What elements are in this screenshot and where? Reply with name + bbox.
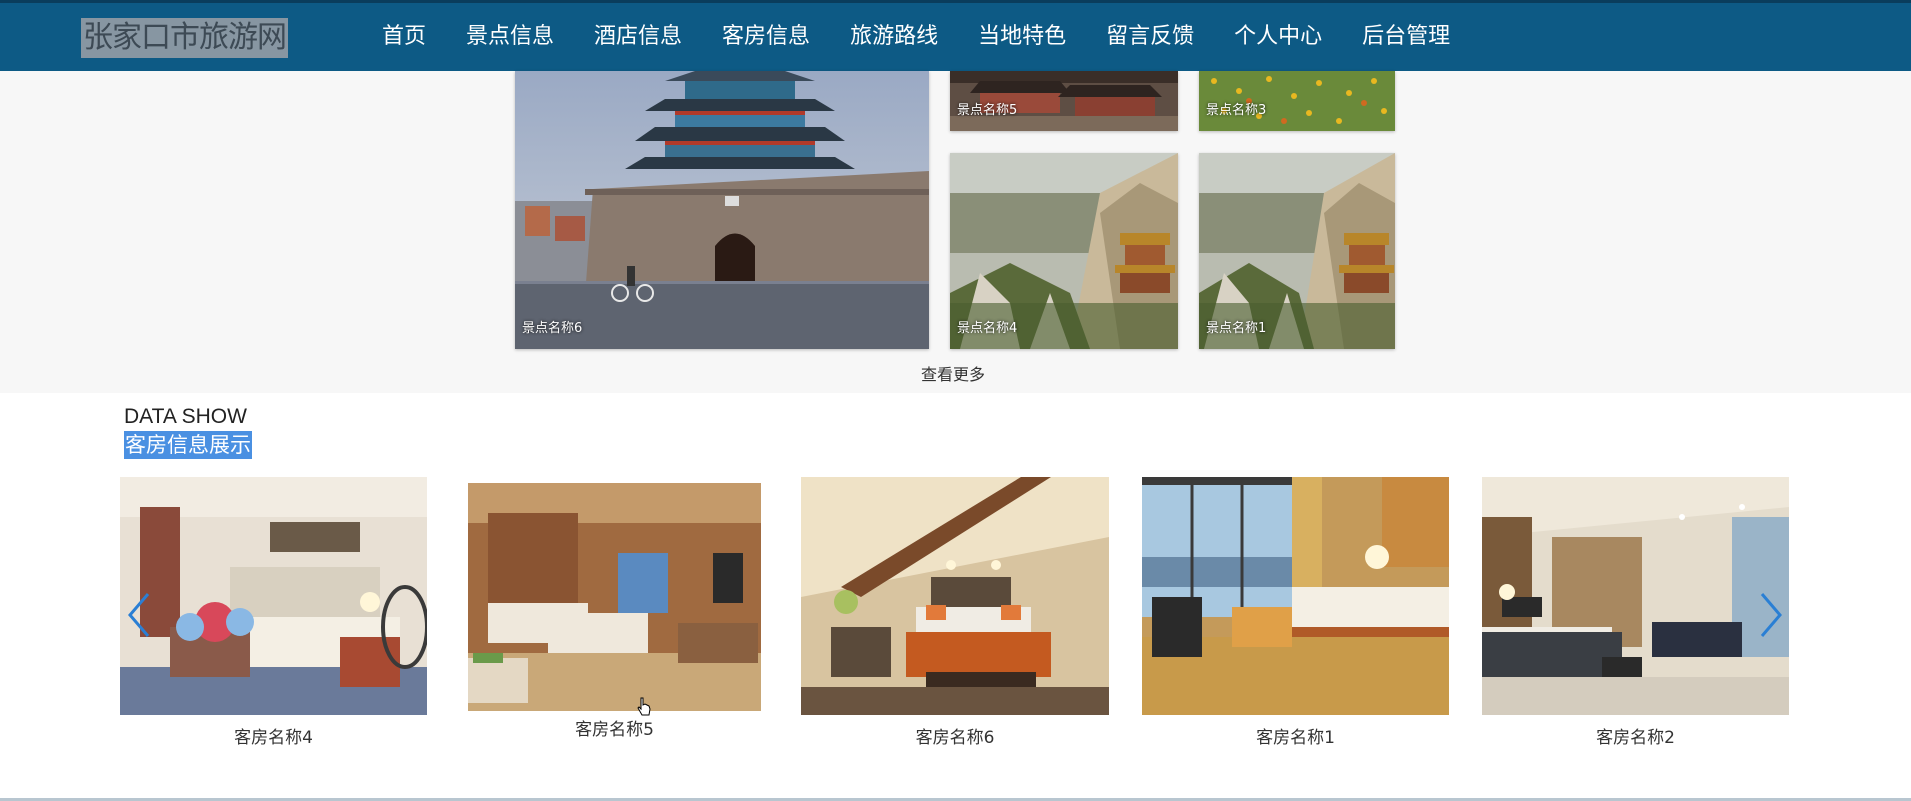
chevron-right-icon — [1760, 593, 1782, 637]
nav-attractions[interactable]: 景点信息 — [446, 3, 574, 74]
nav-rooms[interactable]: 客房信息 — [702, 3, 830, 74]
room-image — [120, 477, 427, 715]
room-card[interactable]: 客房名称6 — [801, 477, 1109, 748]
room-name: 客房名称4 — [234, 728, 313, 748]
nav-home[interactable]: 首页 — [362, 3, 446, 77]
mouse-pointer-icon — [637, 697, 651, 716]
section-title-en: DATA SHOW — [124, 405, 247, 428]
attraction-name: 景点名称6 — [522, 321, 583, 336]
chevron-left-icon — [128, 593, 150, 637]
attraction-card[interactable]: 景点名称1 — [1199, 153, 1395, 349]
nav-admin[interactable]: 后台管理 — [1342, 3, 1470, 74]
room-card[interactable]: 客房名称1 — [1142, 477, 1449, 748]
room-name: 客房名称1 — [1256, 728, 1335, 748]
room-name: 客房名称5 — [575, 720, 654, 740]
room-card[interactable]: 客房名称4 — [120, 477, 427, 748]
room-image — [1482, 477, 1789, 715]
attraction-name: 景点名称5 — [957, 103, 1018, 118]
view-more-link[interactable]: 查看更多 — [921, 361, 985, 385]
room-image — [468, 483, 761, 711]
nav-feedback[interactable]: 留言反馈 — [1086, 3, 1214, 74]
attraction-name: 景点名称3 — [1206, 103, 1267, 118]
top-nav-bar: 张家口市旅游网 首页 景点信息 酒店信息 客房信息 旅游路线 当地特色 留言反馈… — [0, 0, 1911, 77]
carousel-next-button[interactable] — [1756, 590, 1786, 640]
room-name: 客房名称2 — [1596, 728, 1675, 748]
attraction-name: 景点名称1 — [1206, 321, 1267, 336]
nav-hotels[interactable]: 酒店信息 — [574, 3, 702, 74]
section-title-cn: 客房信息展示 — [124, 431, 252, 459]
attraction-card[interactable]: 景点名称3 — [1199, 71, 1395, 131]
nav-profile[interactable]: 个人中心 — [1214, 3, 1342, 74]
room-image — [1142, 477, 1449, 715]
room-card[interactable]: 客房名称2 — [1482, 477, 1789, 748]
carousel-prev-button[interactable] — [124, 590, 154, 640]
room-name: 客房名称6 — [915, 728, 995, 748]
attraction-card[interactable]: 景点名称5 — [950, 71, 1178, 131]
attraction-card[interactable]: 景点名称4 — [950, 153, 1178, 349]
rooms-section: DATA SHOW 客房信息展示 客房名称4 客房名称5 客房名称6 客房名称1… — [0, 393, 1911, 801]
nav-local-specialties[interactable]: 当地特色 — [958, 3, 1086, 74]
room-card[interactable]: 客房名称5 — [468, 477, 761, 740]
attraction-name: 景点名称4 — [957, 321, 1018, 336]
room-image — [801, 477, 1109, 715]
nav-routes[interactable]: 旅游路线 — [830, 3, 958, 74]
main-nav: 首页 景点信息 酒店信息 客房信息 旅游路线 当地特色 留言反馈 个人中心 后台… — [362, 3, 1470, 77]
attraction-image — [515, 71, 929, 349]
attraction-card[interactable]: 景点名称6 — [515, 71, 929, 349]
attractions-section: 景点名称6 景点名称5 景点名称3 景点名称4 景点名称1 查看更多 — [0, 71, 1911, 393]
site-logo[interactable]: 张家口市旅游网 — [81, 18, 288, 58]
